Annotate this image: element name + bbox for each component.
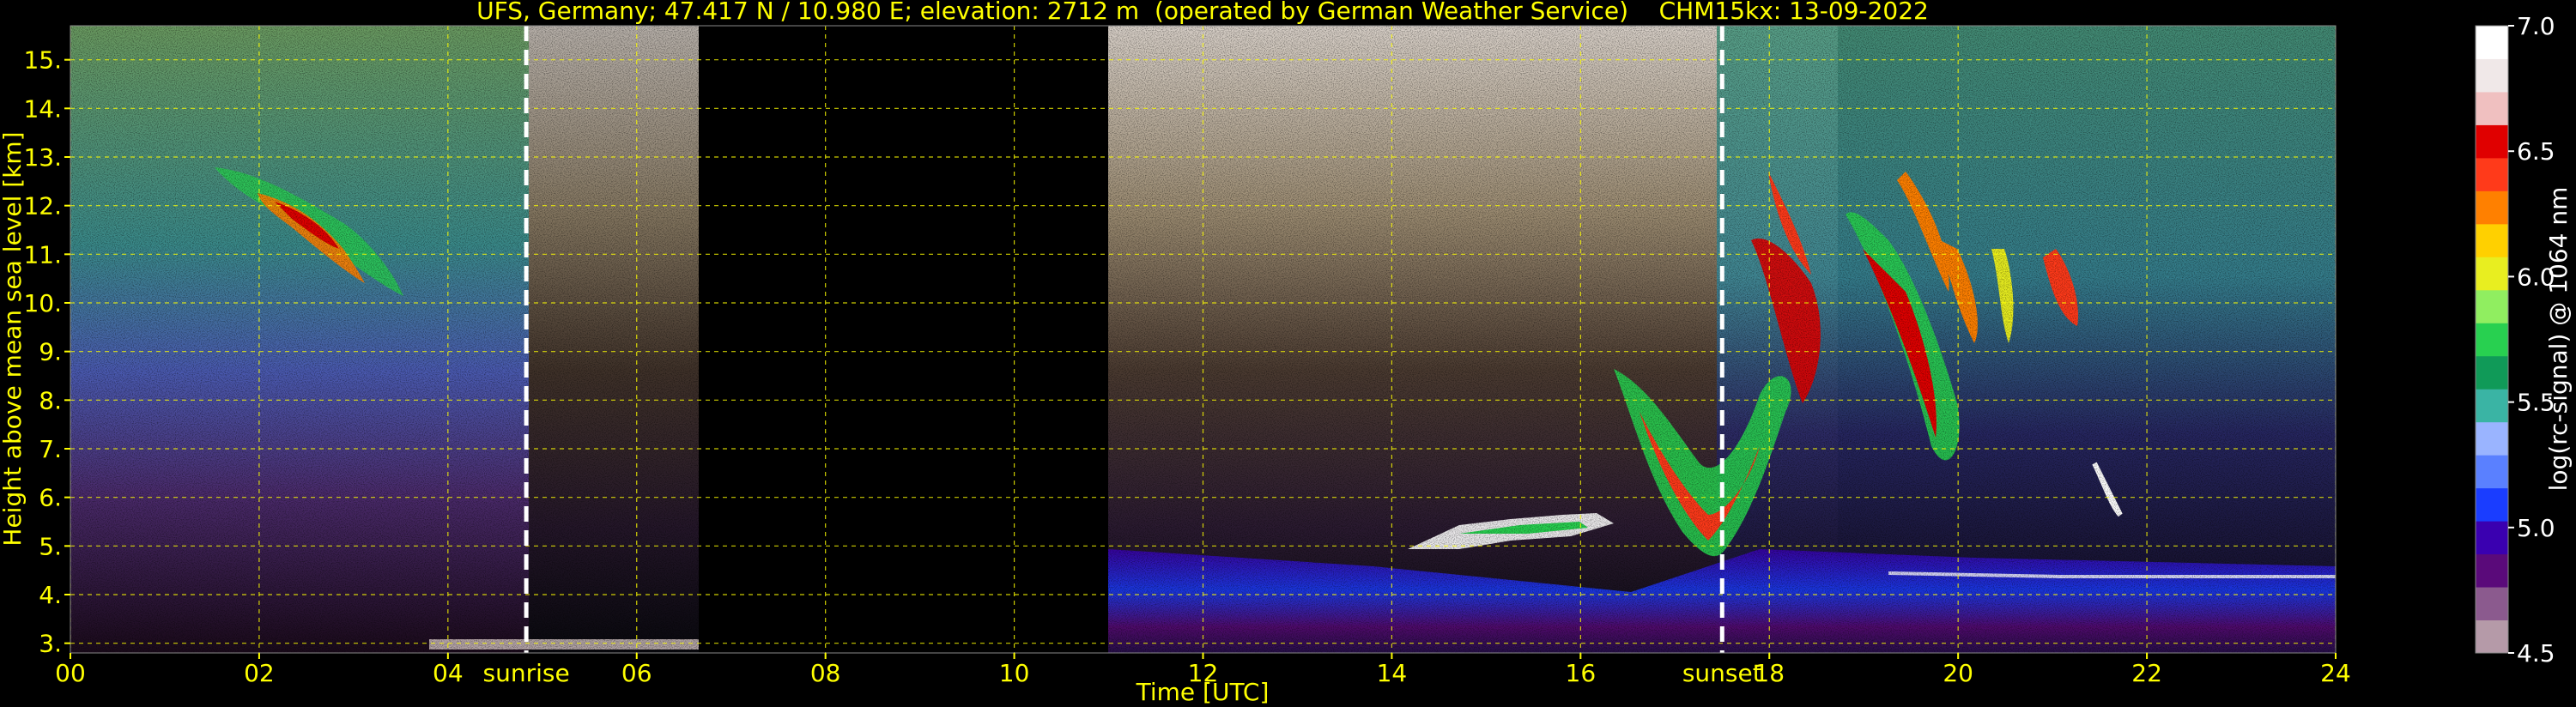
x-tick-label: 22 <box>2131 659 2162 687</box>
y-axis-label: Height above mean sea level [km] <box>0 131 27 546</box>
colorbar-segment <box>2476 521 2508 555</box>
x-tick-label: 06 <box>621 659 652 687</box>
y-tick-label: 7. <box>39 435 62 463</box>
x-tick-label: 04 <box>433 659 464 687</box>
y-tick-label: 9. <box>39 338 62 366</box>
colorbar-tick-label: 5.0 <box>2517 514 2555 542</box>
y-axis-ticks: 3. 4. 5. 6. 7. 8. 9. 10. 11. 12. 13. 14. 15. <box>23 46 70 658</box>
no-data-gap <box>699 26 1108 653</box>
y-tick-label: 13. <box>23 143 62 172</box>
x-tick-label: 10 <box>999 659 1030 687</box>
y-tick-label: 11. <box>23 240 62 269</box>
colorbar-segment <box>2476 421 2508 456</box>
x-tick-label: 08 <box>810 659 841 687</box>
colorbar-segment <box>2476 487 2508 522</box>
colorbar-segment <box>2476 190 2508 225</box>
y-tick-label: 8. <box>39 386 62 414</box>
x-tick-label: 20 <box>1943 659 1973 687</box>
x-tick-label: 16 <box>1566 659 1597 687</box>
colorbar-segment <box>2476 389 2508 423</box>
y-tick-label: 14. <box>23 94 62 123</box>
colorbar-tick-label: 6.5 <box>2517 137 2555 166</box>
colorbar-tick-label: 7.0 <box>2517 12 2555 40</box>
colorbar-label: log(rc-signal) @ 1064 nm <box>2544 187 2573 492</box>
y-tick-label: 3. <box>39 630 62 658</box>
y-tick-label: 5. <box>39 532 62 560</box>
y-tick-label: 12. <box>23 192 62 221</box>
x-tick-label: 02 <box>244 659 275 687</box>
colorbar-segment <box>2476 58 2508 93</box>
colorbar-segment <box>2476 323 2508 357</box>
ceilometer-chart: 00 02 04 06 08 10 12 14 16 18 20 22 24 3.4.5.6.7.8.9… <box>0 0 2573 706</box>
colorbar-segment <box>2476 289 2508 323</box>
colorbar-segment <box>2476 553 2508 588</box>
sunrise-label: sunrise <box>483 659 570 687</box>
colorbar-segment <box>2476 157 2508 191</box>
colorbar-segment <box>2476 124 2508 159</box>
sunset-label: sunset <box>1682 659 1762 687</box>
colorbar-segment <box>2476 91 2508 125</box>
plot-area <box>70 26 2336 653</box>
colorbar-segment <box>2476 223 2508 257</box>
colorbar-segment <box>2476 587 2508 621</box>
x-tick-label: 14 <box>1377 659 1408 687</box>
colorbar-segment <box>2476 619 2508 654</box>
colorbar-scale <box>2476 26 2508 654</box>
colorbar-segment <box>2476 355 2508 390</box>
x-tick-label: 00 <box>55 659 86 687</box>
x-axis-label: Time [UTC] <box>1136 678 1270 706</box>
y-tick-label: 6. <box>39 484 62 512</box>
colorbar-segment <box>2476 26 2508 59</box>
y-tick-label: 4. <box>39 581 62 609</box>
y-tick-label: 15. <box>23 46 62 75</box>
colorbar-segment <box>2476 257 2508 291</box>
x-tick-label: 24 <box>2320 659 2351 687</box>
y-tick-label: 10. <box>23 289 62 317</box>
chart-title: UFS, Germany; 47.417 N / 10.980 E; eleva… <box>476 0 1929 25</box>
colorbar: 4.55.05.56.06.57.0 log(rc-signal) @ 1064… <box>2475 12 2573 668</box>
colorbar-tick-label: 4.5 <box>2517 639 2555 668</box>
colorbar-segment <box>2476 455 2508 489</box>
